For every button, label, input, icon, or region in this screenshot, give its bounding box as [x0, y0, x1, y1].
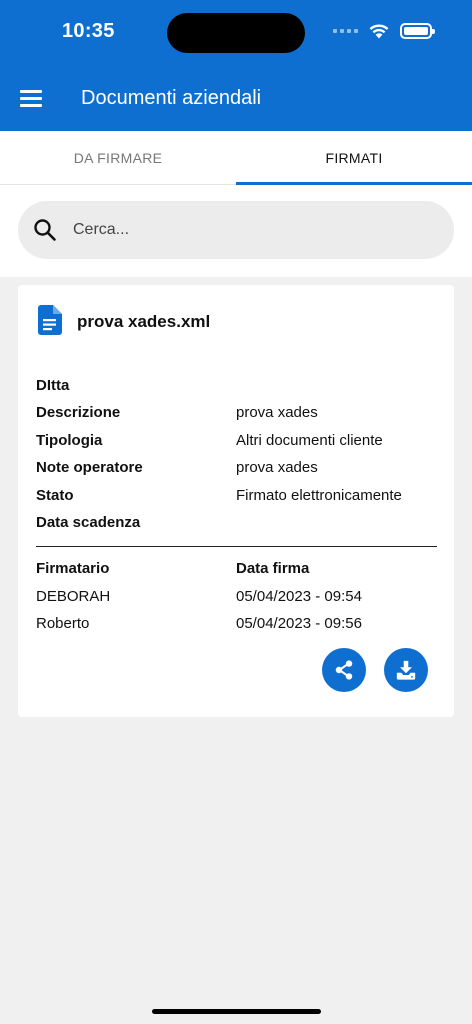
signer-row: DEBORAH 05/04/2023 - 09:54 — [36, 583, 436, 610]
field-row-ditta: DItta — [36, 372, 436, 399]
field-label: DItta — [36, 377, 70, 394]
signer-column-header: Firmatario — [36, 560, 110, 577]
field-label: Data scadenza — [36, 514, 141, 531]
share-button[interactable] — [322, 648, 366, 692]
date-column-header: Data firma — [236, 560, 310, 577]
search-icon — [34, 219, 56, 241]
field-value: prova xades — [236, 404, 318, 421]
tab-bar: DA FIRMARE FIRMATI — [0, 131, 472, 185]
field-value: Firmato elettronicamente — [236, 487, 402, 504]
signer-name: DEBORAH — [36, 588, 111, 605]
cellular-signal-icon — [333, 28, 358, 33]
document-icon — [38, 305, 62, 335]
document-name: prova xades.xml — [77, 312, 211, 331]
document-card[interactable]: prova xades.xml DItta Descrizione prova … — [18, 285, 454, 717]
field-row-descrizione: Descrizione prova xades — [36, 399, 436, 426]
signers-header: Firmatario Data firma — [36, 555, 436, 582]
download-icon — [396, 660, 416, 680]
search-input[interactable] — [73, 221, 413, 239]
wifi-icon — [369, 24, 389, 39]
field-label: Note operatore — [36, 459, 143, 476]
signer-name: Roberto — [36, 615, 90, 632]
hamburger-menu-icon[interactable] — [20, 90, 42, 107]
field-value: Altri documenti cliente — [236, 432, 383, 449]
field-row-stato: Stato Firmato elettronicamente — [36, 482, 436, 509]
field-row-note-operatore: Note operatore prova xades — [36, 454, 436, 481]
share-icon — [335, 660, 353, 680]
field-row-data-scadenza: Data scadenza — [36, 509, 436, 536]
signature-date: 05/04/2023 - 09:54 — [236, 588, 362, 605]
app-bar: 10:35 Documenti aziendali — [0, 0, 472, 131]
field-label: Stato — [36, 487, 74, 504]
status-time: 10:35 — [62, 20, 115, 42]
page-title: Documenti aziendali — [81, 87, 262, 109]
search-bar[interactable] — [18, 201, 454, 259]
field-label: Tipologia — [36, 432, 103, 449]
dynamic-island — [167, 13, 305, 53]
field-label: Descrizione — [36, 404, 121, 421]
tab-da-firmare[interactable]: DA FIRMARE — [0, 131, 236, 184]
field-row-tipologia: Tipologia Altri documenti cliente — [36, 427, 436, 454]
status-icons — [333, 22, 435, 39]
signer-row: Roberto 05/04/2023 - 09:56 — [36, 610, 436, 637]
field-value: prova xades — [236, 459, 318, 476]
download-button[interactable] — [384, 648, 428, 692]
tab-firmati[interactable]: FIRMATI — [236, 131, 472, 185]
search-area — [0, 185, 472, 277]
divider — [36, 546, 437, 547]
home-indicator — [152, 1009, 321, 1014]
signature-date: 05/04/2023 - 09:56 — [236, 615, 362, 632]
battery-icon — [400, 22, 435, 39]
